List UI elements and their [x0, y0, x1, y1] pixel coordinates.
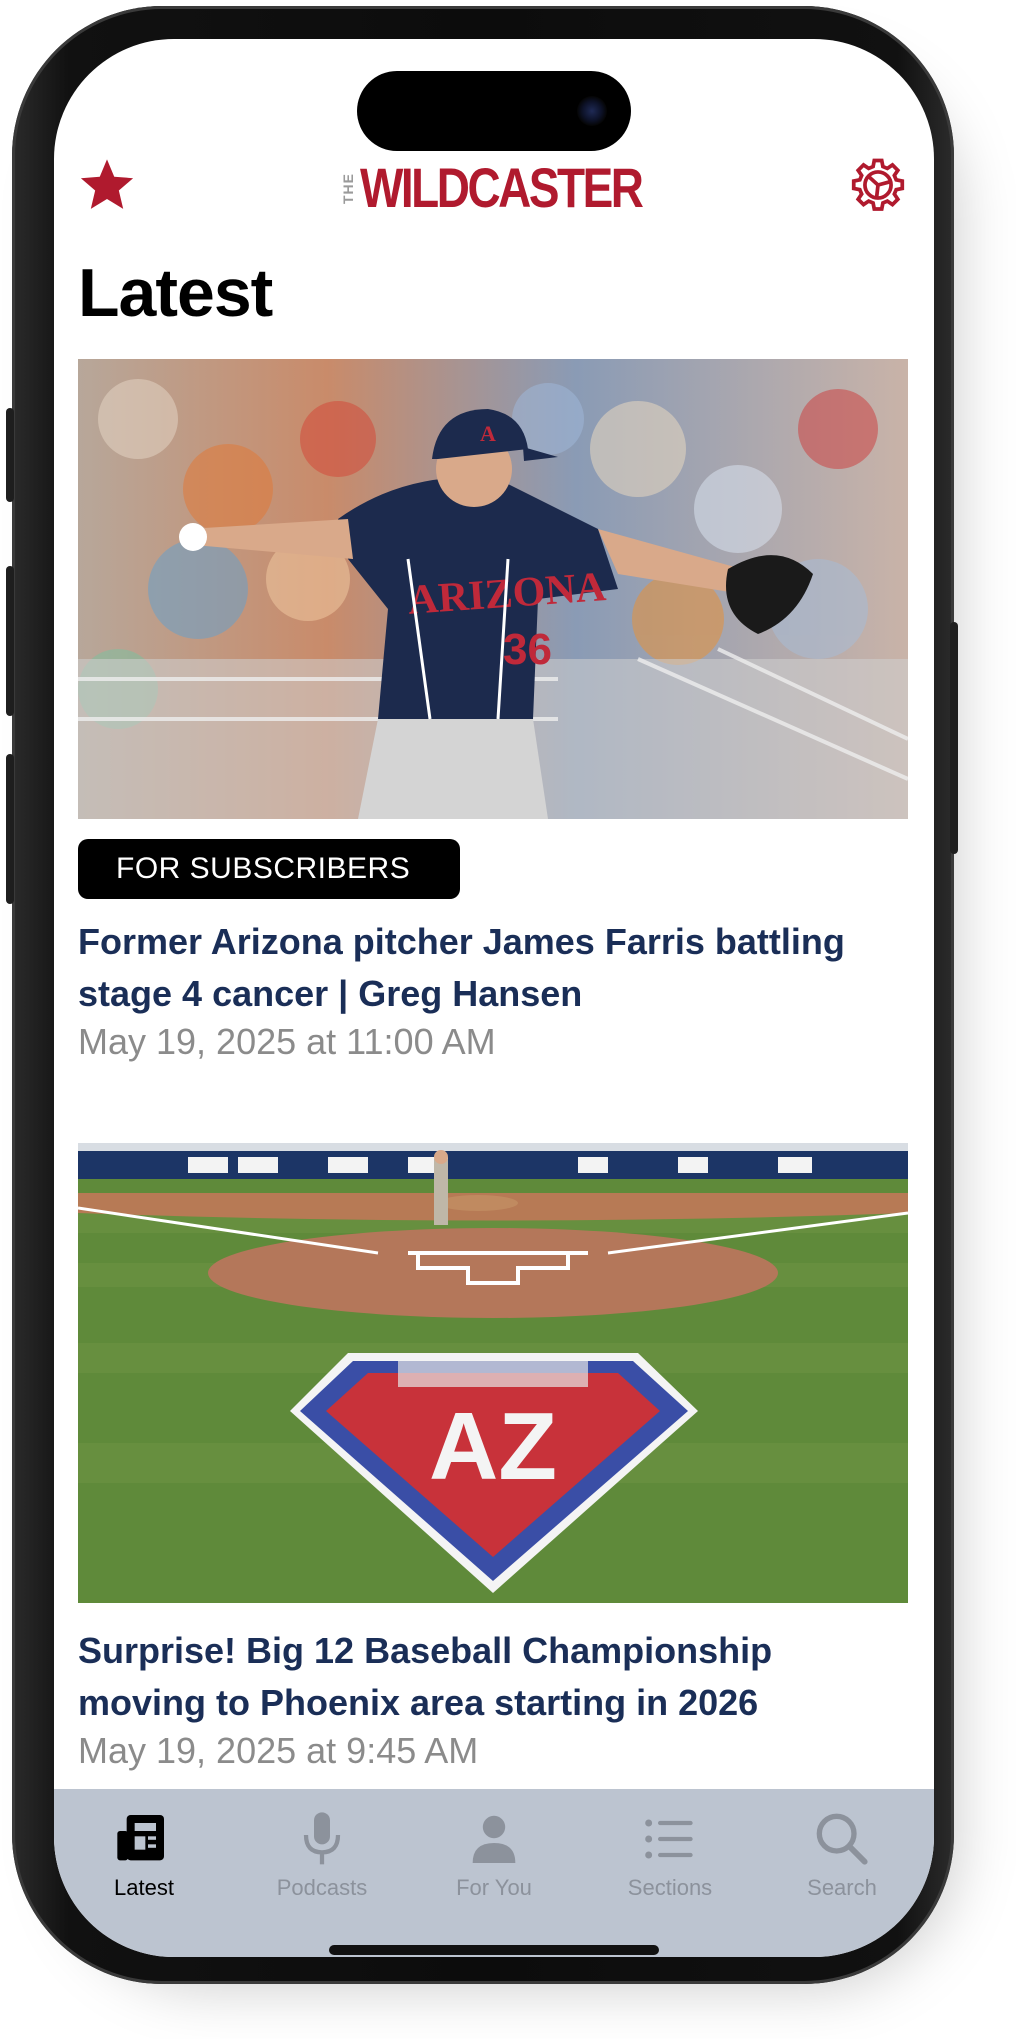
tab-for-you-label: For You — [456, 1875, 532, 1900]
article-1-image[interactable]: A ARIZONA 36 — [78, 359, 908, 819]
article-2-image[interactable]: AZ — [78, 1143, 908, 1603]
power-button — [950, 622, 958, 854]
gear-icon[interactable] — [850, 157, 906, 213]
tab-sections[interactable]: Sections — [582, 1789, 758, 1957]
tab-podcasts[interactable]: Podcasts — [234, 1789, 410, 1957]
phone-frame: THE WILDCASTER Latest A ARIZONA 36 FOR S… — [6, 6, 958, 1984]
logo-prefix: THE — [340, 172, 356, 204]
tab-podcasts-label: Podcasts — [276, 1875, 368, 1900]
tab-sections-label: Sections — [627, 1875, 713, 1900]
action-button — [6, 408, 14, 502]
dynamic-island — [357, 71, 631, 151]
newspaper-icon — [117, 1815, 164, 1861]
tab-bar: Latest Podcasts For You Sections Search — [54, 1789, 934, 1957]
article-1-date: May 19, 2025 at 11:00 AM — [78, 1021, 496, 1062]
tab-for-you[interactable]: For You — [406, 1789, 582, 1957]
app-header: THE WILDCASTER — [54, 151, 934, 221]
article-2-headline[interactable]: Surprise! Big 12 Baseball Championship m… — [78, 1625, 908, 1729]
article-1-headline[interactable]: Former Arizona pitcher James Farris batt… — [78, 916, 908, 1020]
search-icon — [816, 1813, 868, 1865]
logo-wordmark: WILDCASTER — [360, 156, 644, 219]
svg-text:A: A — [480, 421, 496, 446]
tab-latest[interactable]: Latest — [56, 1789, 232, 1957]
jersey-number: 36 — [503, 625, 552, 674]
tab-search[interactable]: Search — [754, 1789, 930, 1957]
app-screen: THE WILDCASTER Latest A ARIZONA 36 FOR S… — [54, 39, 934, 1957]
home-indicator[interactable] — [329, 1945, 659, 1955]
subscriber-badge: FOR SUBSCRIBERS — [78, 839, 460, 899]
app-logo: THE WILDCASTER — [340, 156, 703, 219]
volume-up-button — [6, 566, 14, 716]
tab-latest-label: Latest — [114, 1875, 174, 1900]
person-icon — [472, 1815, 516, 1863]
field-logo-text: AZ — [429, 1393, 557, 1500]
microphone-icon — [303, 1812, 341, 1865]
volume-down-button — [6, 754, 14, 904]
list-icon — [645, 1819, 693, 1859]
article-2-date: May 19, 2025 at 9:45 AM — [78, 1730, 479, 1771]
camera-icon — [577, 96, 607, 126]
page-title: Latest — [78, 255, 273, 331]
tab-search-label: Search — [807, 1875, 877, 1900]
star-icon[interactable] — [78, 155, 136, 213]
